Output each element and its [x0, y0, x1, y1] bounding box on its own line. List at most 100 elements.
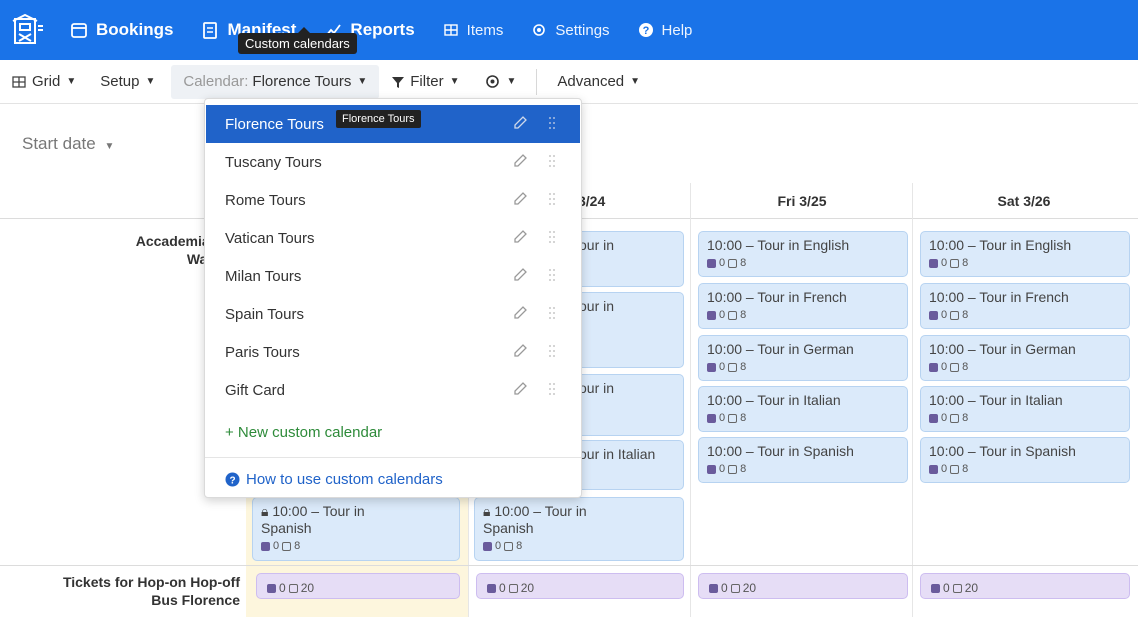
settings-menu-button[interactable]: ▼ [472, 60, 529, 104]
pencil-icon[interactable] [512, 305, 528, 325]
available-icon [728, 363, 738, 372]
grid-view-button[interactable]: Grid ▼ [0, 60, 88, 104]
pencil-icon[interactable] [512, 229, 528, 249]
booked-count: 0 [499, 581, 506, 595]
available-icon [288, 584, 298, 593]
advanced-button[interactable]: Advanced ▼ [545, 60, 652, 104]
slot-hop-on[interactable]: 0 20 [256, 573, 460, 599]
booked-icon [483, 542, 492, 551]
drag-handle-icon[interactable] [548, 230, 556, 248]
calendar-option[interactable]: Tuscany Tours [206, 143, 580, 181]
available-icon [728, 414, 738, 423]
calendar-option[interactable]: Vatican Tours [206, 219, 580, 257]
caret-down-icon: ▼ [506, 76, 517, 87]
booked-icon [261, 542, 270, 551]
drag-handle-icon[interactable] [548, 154, 556, 172]
slot-text: 10:00 – Tour in German [707, 341, 854, 357]
grid-label: Grid [32, 73, 61, 90]
slot-capacity: 08 [929, 307, 1121, 324]
slot-text: 10:00 – Tour in English [929, 237, 1072, 253]
slot-sat-spanish[interactable]: 10:00 – Tour in Spanish 08 [920, 437, 1130, 483]
available-icon [282, 542, 292, 551]
drag-handle-icon[interactable] [548, 116, 556, 134]
slot-hop-on[interactable]: 0 20 [920, 573, 1130, 599]
nav-settings[interactable]: Settings [517, 0, 623, 60]
pencil-icon[interactable] [512, 115, 528, 135]
slot-capacity: 0 20 [267, 580, 449, 597]
nav-bookings[interactable]: Bookings [56, 0, 187, 60]
slot-sat-french[interactable]: 10:00 – Tour in French 08 [920, 283, 1130, 329]
filter-label: Filter [410, 73, 444, 90]
booked-count: 0 [279, 581, 286, 595]
available-count: 20 [964, 581, 979, 595]
row-label-line: Bus Florence [151, 592, 240, 608]
calendar-option[interactable]: Rome Tours [206, 181, 580, 219]
available-count: 8 [294, 540, 301, 552]
slot-fri-german[interactable]: 10:00 – Tour in German 08 [698, 335, 908, 381]
drag-handle-icon[interactable] [548, 192, 556, 210]
nav-items[interactable]: Items [429, 0, 518, 60]
slot-sat-german[interactable]: 10:00 – Tour in German 08 [920, 335, 1130, 381]
pencil-icon[interactable] [512, 381, 528, 401]
available-count: 20 [520, 581, 535, 595]
slot-text: 10:00 – Tour in French [929, 289, 1069, 305]
row-label-hop-on[interactable]: Tickets for Hop-on Hop-off Bus Florence [10, 573, 240, 609]
calendar-option[interactable]: Spain Tours [206, 295, 580, 333]
available-count: 8 [516, 540, 523, 552]
slot-capacity: 08 [929, 410, 1121, 427]
app-logo-icon[interactable] [0, 0, 56, 60]
manifest-icon [201, 21, 219, 39]
slot-capacity: 08 [929, 359, 1121, 376]
slot-fri-italian[interactable]: 10:00 – Tour in Italian 08 [698, 386, 908, 432]
slot-hop-on[interactable]: 0 20 [698, 573, 908, 599]
booked-icon [929, 311, 938, 320]
slot-locked-spanish[interactable]: 🔒︎ 10:00 – Tour in Spanish 08 [252, 497, 460, 561]
slot-text: 10:00 – Tour in English [707, 237, 850, 253]
new-custom-calendar-link[interactable]: + New custom calendar [225, 424, 382, 441]
available-icon [950, 311, 960, 320]
slot-capacity: 08 [261, 538, 451, 555]
svg-text:?: ? [642, 25, 649, 37]
calendar-option[interactable]: Paris Tours [206, 333, 580, 371]
grid-icon [12, 75, 26, 89]
booked-count: 0 [719, 361, 726, 373]
pencil-icon[interactable] [512, 153, 528, 173]
pencil-icon[interactable] [512, 191, 528, 211]
drag-handle-icon[interactable] [548, 344, 556, 362]
slot-hop-on[interactable]: 0 20 [476, 573, 684, 599]
drag-handle-icon[interactable] [548, 268, 556, 286]
available-count: 8 [962, 361, 969, 373]
dropdown-divider [205, 457, 581, 458]
drag-handle-icon[interactable] [548, 306, 556, 324]
setup-button[interactable]: Setup ▼ [88, 60, 167, 104]
slot-sat-italian[interactable]: 10:00 – Tour in Italian 08 [920, 386, 1130, 432]
caret-down-icon: ▼ [104, 141, 115, 152]
slot-fri-spanish[interactable]: 10:00 – Tour in Spanish 08 [698, 437, 908, 483]
slot-capacity: 08 [707, 359, 899, 376]
slot-text: 10:00 – Tour in Spanish [707, 443, 854, 459]
available-count: 8 [740, 361, 747, 373]
booked-count: 0 [943, 581, 950, 595]
calendar-selector[interactable]: Calendar: Florence Tours ▼ [171, 64, 380, 99]
pencil-icon[interactable] [512, 343, 528, 363]
available-count: 8 [962, 257, 969, 269]
slot-locked-spanish[interactable]: 🔒︎ 10:00 – Tour in Spanish 08 [474, 497, 684, 561]
custom-calendars-help-link[interactable]: ? How to use custom calendars [225, 471, 443, 488]
calendar-option-label: Vatican Tours [225, 229, 315, 247]
available-icon [728, 465, 738, 474]
caret-down-icon: ▼ [449, 76, 460, 87]
pencil-icon[interactable] [512, 267, 528, 287]
drag-handle-icon[interactable] [548, 382, 556, 400]
calendar-dropdown: Florence Tours Tuscany Tours Rome Tours … [204, 98, 582, 498]
slot-fri-english[interactable]: 10:00 – Tour in English 08 [698, 231, 908, 277]
slot-sat-english[interactable]: 10:00 – Tour in English 08 [920, 231, 1130, 277]
calendar-option[interactable]: Gift Card [206, 371, 580, 409]
filter-button[interactable]: Filter ▼ [379, 60, 471, 104]
calendar-option[interactable]: Milan Tours [206, 257, 580, 295]
start-date-selector[interactable]: Start date ▼ [22, 134, 114, 154]
nav-settings-label: Settings [555, 21, 610, 39]
nav-help[interactable]: ? Help [624, 0, 707, 60]
booked-icon [487, 584, 496, 593]
slot-fri-french[interactable]: 10:00 – Tour in French 08 [698, 283, 908, 329]
calendar-option-label: Spain Tours [225, 305, 304, 323]
